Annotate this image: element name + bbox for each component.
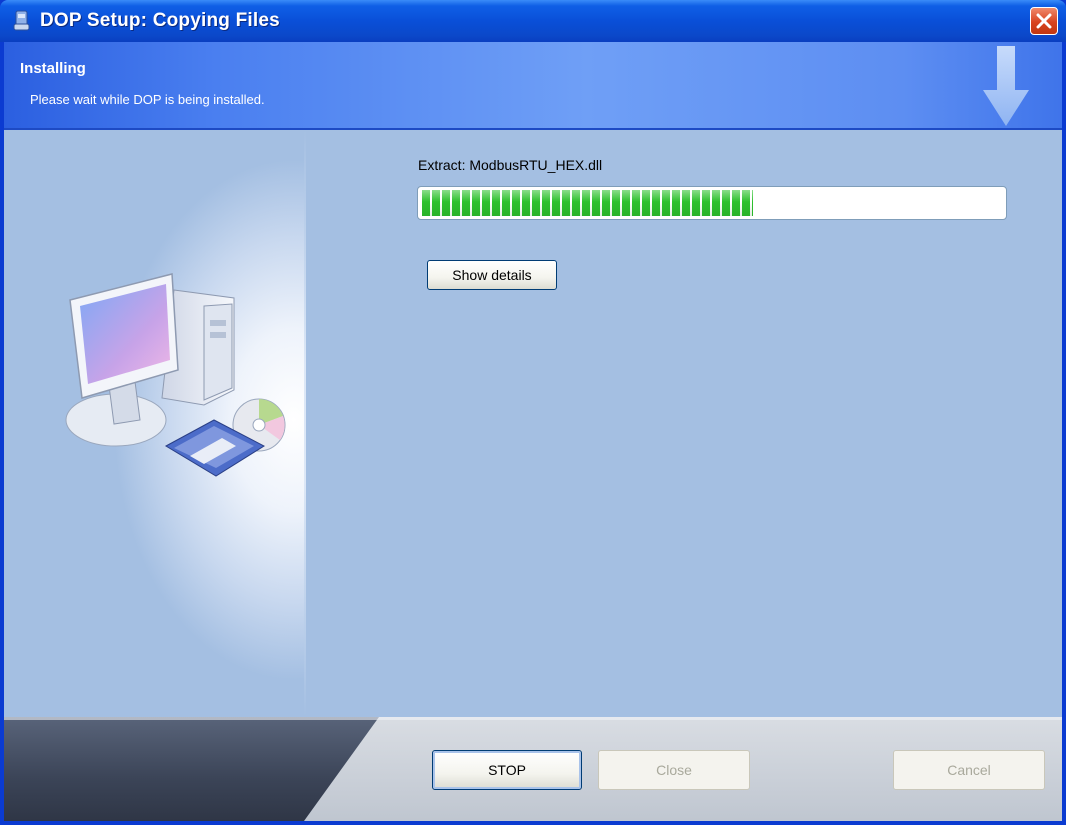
title-bar[interactable]: DOP Setup: Copying Files [0,0,1066,42]
page-subtitle: Please wait while DOP is being installed… [30,92,265,107]
window-title: DOP Setup: Copying Files [40,10,280,31]
show-details-button[interactable]: Show details [427,260,557,290]
window-close-button[interactable] [1030,7,1058,35]
download-arrow-icon [983,46,1029,126]
page-header: Installing Please wait while DOP is bein… [4,42,1062,130]
status-text: Extract: ModbusRTU_HEX.dll [418,157,603,173]
stop-button[interactable]: STOP [432,750,582,790]
page-title: Installing [20,60,86,77]
content-area: Extract: ModbusRTU_HEX.dll Show details [4,130,1062,717]
computer-illustration-icon [65,273,286,477]
close-icon [1036,13,1052,29]
cancel-button[interactable]: Cancel [893,750,1045,790]
setup-app-icon [13,10,30,31]
footer-divider [4,717,1062,720]
wizard-sidebar-image [4,130,306,717]
footer-bar: STOP Close Cancel [4,717,1062,821]
progress-fill [422,190,753,216]
progress-track [422,190,1002,216]
close-button[interactable]: Close [598,750,750,790]
install-progress-bar [417,186,1007,220]
installer-window: DOP Setup: Copying Files Installing Plea… [0,0,1066,825]
